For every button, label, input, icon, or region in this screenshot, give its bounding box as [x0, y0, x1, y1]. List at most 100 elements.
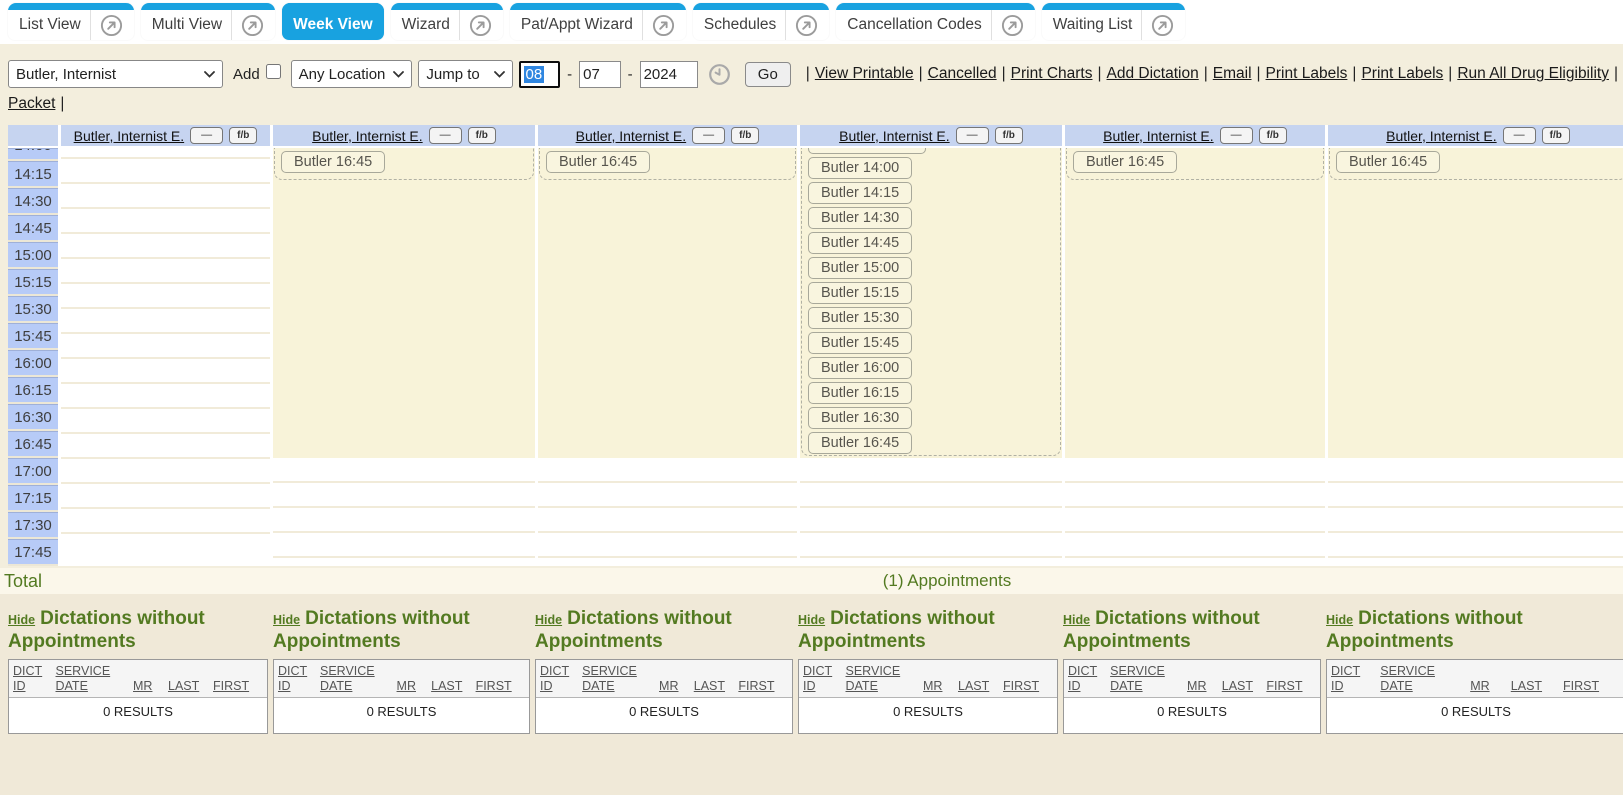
- slot-cell[interactable]: [1328, 242, 1623, 269]
- appointment-button[interactable]: Butler 16:45: [546, 151, 650, 173]
- sort-link-dict-id[interactable]: DICTID: [1331, 664, 1360, 694]
- slot-cell[interactable]: [1328, 269, 1623, 296]
- slot-cell[interactable]: [61, 159, 270, 184]
- slot-cell[interactable]: [800, 458, 1062, 483]
- toolbar-link-packet[interactable]: Packet: [8, 95, 55, 112]
- appointment-button[interactable]: Butler 14:15: [808, 182, 912, 204]
- slot-cell[interactable]: [538, 215, 797, 242]
- appointment-button[interactable]: Butler 15:30: [808, 307, 912, 329]
- hide-link[interactable]: Hide: [8, 613, 35, 627]
- tab-waiting-list[interactable]: Waiting List: [1042, 3, 1186, 40]
- tab-wizard[interactable]: Wizard: [391, 3, 503, 40]
- sort-link-dict-id[interactable]: DICTID: [803, 664, 832, 694]
- sort-link-last[interactable]: LAST: [1511, 679, 1542, 694]
- hide-link[interactable]: Hide: [535, 613, 562, 627]
- toolbar-link-email[interactable]: Email: [1213, 65, 1252, 82]
- provider-column-link[interactable]: Butler, Internist E.: [74, 128, 185, 144]
- sort-link-first[interactable]: FIRST: [1563, 679, 1599, 694]
- collapse-column-button[interactable]: —: [1220, 127, 1253, 144]
- toolbar-link-run-all-drug-eligibility[interactable]: Run All Drug Eligibility: [1457, 65, 1609, 82]
- slot-cell[interactable]: [1328, 431, 1623, 458]
- open-in-new-window-icon[interactable]: [1151, 14, 1174, 37]
- slot-cell[interactable]: [538, 323, 797, 350]
- sort-link-last[interactable]: LAST: [431, 679, 462, 694]
- slot-cell[interactable]: [273, 323, 535, 350]
- toolbar-link-view-printable[interactable]: View Printable: [815, 65, 914, 82]
- slot-cell[interactable]: [273, 188, 535, 215]
- slot-cell[interactable]: [273, 483, 535, 508]
- slot-cell[interactable]: [538, 458, 797, 483]
- date-day-input[interactable]: 07: [579, 61, 620, 88]
- collapse-column-button[interactable]: —: [429, 127, 462, 144]
- hide-link[interactable]: Hide: [273, 613, 300, 627]
- tab-week-view[interactable]: Week View: [282, 3, 384, 40]
- sort-link-service-date[interactable]: SERVICEDATE: [846, 664, 901, 694]
- slot-cell[interactable]: [538, 188, 797, 215]
- slot-cell[interactable]: [61, 509, 270, 534]
- slot-cell[interactable]: [273, 215, 535, 242]
- slot-cell[interactable]: [538, 269, 797, 296]
- slot-cell[interactable]: [1328, 296, 1623, 323]
- sort-link-first[interactable]: FIRST: [738, 679, 774, 694]
- slot-cell[interactable]: [1328, 377, 1623, 404]
- provider-select[interactable]: Butler, Internist: [8, 60, 223, 88]
- collapse-column-button[interactable]: —: [190, 127, 223, 144]
- appointment-button[interactable]: Butler 14:00: [808, 157, 912, 179]
- sort-link-service-date[interactable]: SERVICEDATE: [1380, 664, 1435, 694]
- date-month-input[interactable]: 08: [519, 61, 561, 88]
- slot-cell[interactable]: [1065, 215, 1325, 242]
- slot-cell[interactable]: [1065, 533, 1325, 558]
- appointment-button[interactable]: Butler 16:15: [808, 382, 912, 404]
- slot-cell[interactable]: [1328, 483, 1623, 508]
- sort-link-mr[interactable]: MR: [1187, 679, 1206, 694]
- slot-cell[interactable]: [273, 377, 535, 404]
- slot-cell[interactable]: [1065, 323, 1325, 350]
- slot-cell[interactable]: [538, 377, 797, 404]
- slot-cell[interactable]: [61, 359, 270, 384]
- slot-cell[interactable]: [1065, 269, 1325, 296]
- slot-cell[interactable]: [61, 259, 270, 284]
- open-in-new-window-icon[interactable]: [241, 14, 264, 37]
- slot-cell[interactable]: [273, 269, 535, 296]
- appointment-button[interactable]: Butler 16:45: [1336, 151, 1440, 173]
- slot-cell[interactable]: [1065, 350, 1325, 377]
- sort-link-mr[interactable]: MR: [133, 679, 152, 694]
- sort-link-first[interactable]: FIRST: [1266, 679, 1302, 694]
- appointment-button[interactable]: Butler 16:00: [808, 357, 912, 379]
- toolbar-link-print-labels[interactable]: Print Labels: [1266, 65, 1348, 82]
- sort-link-mr[interactable]: MR: [397, 679, 416, 694]
- provider-column-link[interactable]: Butler, Internist E.: [312, 128, 423, 144]
- slot-cell[interactable]: [61, 434, 270, 459]
- slot-cell[interactable]: [61, 459, 270, 484]
- jump-to-select[interactable]: Jump to: [418, 60, 512, 88]
- appointment-button[interactable]: Butler 15:15: [808, 282, 912, 304]
- sort-link-mr[interactable]: MR: [1470, 679, 1489, 694]
- sort-link-last[interactable]: LAST: [1222, 679, 1253, 694]
- collapse-column-button[interactable]: —: [956, 127, 989, 144]
- appointment-button[interactable]: Butler 15:00: [808, 257, 912, 279]
- slot-cell[interactable]: [1328, 533, 1623, 558]
- sort-link-service-date[interactable]: SERVICEDATE: [56, 664, 111, 694]
- sort-link-first[interactable]: FIRST: [476, 679, 512, 694]
- forward-back-button[interactable]: f/b: [731, 127, 759, 144]
- open-in-new-window-icon[interactable]: [469, 14, 492, 37]
- slot-cell[interactable]: [1065, 431, 1325, 458]
- sort-link-last[interactable]: LAST: [168, 679, 199, 694]
- slot-cell[interactable]: [1065, 483, 1325, 508]
- provider-column-link[interactable]: Butler, Internist E.: [1386, 128, 1497, 144]
- sort-link-service-date[interactable]: SERVICEDATE: [582, 664, 637, 694]
- collapse-column-button[interactable]: —: [1503, 127, 1536, 144]
- slot-cell[interactable]: [61, 309, 270, 334]
- slot-cell[interactable]: [273, 350, 535, 377]
- slot-cell[interactable]: [273, 458, 535, 483]
- sort-link-last[interactable]: LAST: [694, 679, 725, 694]
- slot-cell[interactable]: [1328, 188, 1623, 215]
- slot-cell[interactable]: [800, 483, 1062, 508]
- slot-cell[interactable]: [1065, 242, 1325, 269]
- slot-cell[interactable]: [61, 209, 270, 234]
- slot-cell[interactable]: [61, 234, 270, 259]
- forward-back-button[interactable]: f/b: [229, 127, 257, 144]
- sort-link-last[interactable]: LAST: [958, 679, 989, 694]
- go-button[interactable]: Go: [745, 62, 791, 87]
- forward-back-button[interactable]: f/b: [468, 127, 496, 144]
